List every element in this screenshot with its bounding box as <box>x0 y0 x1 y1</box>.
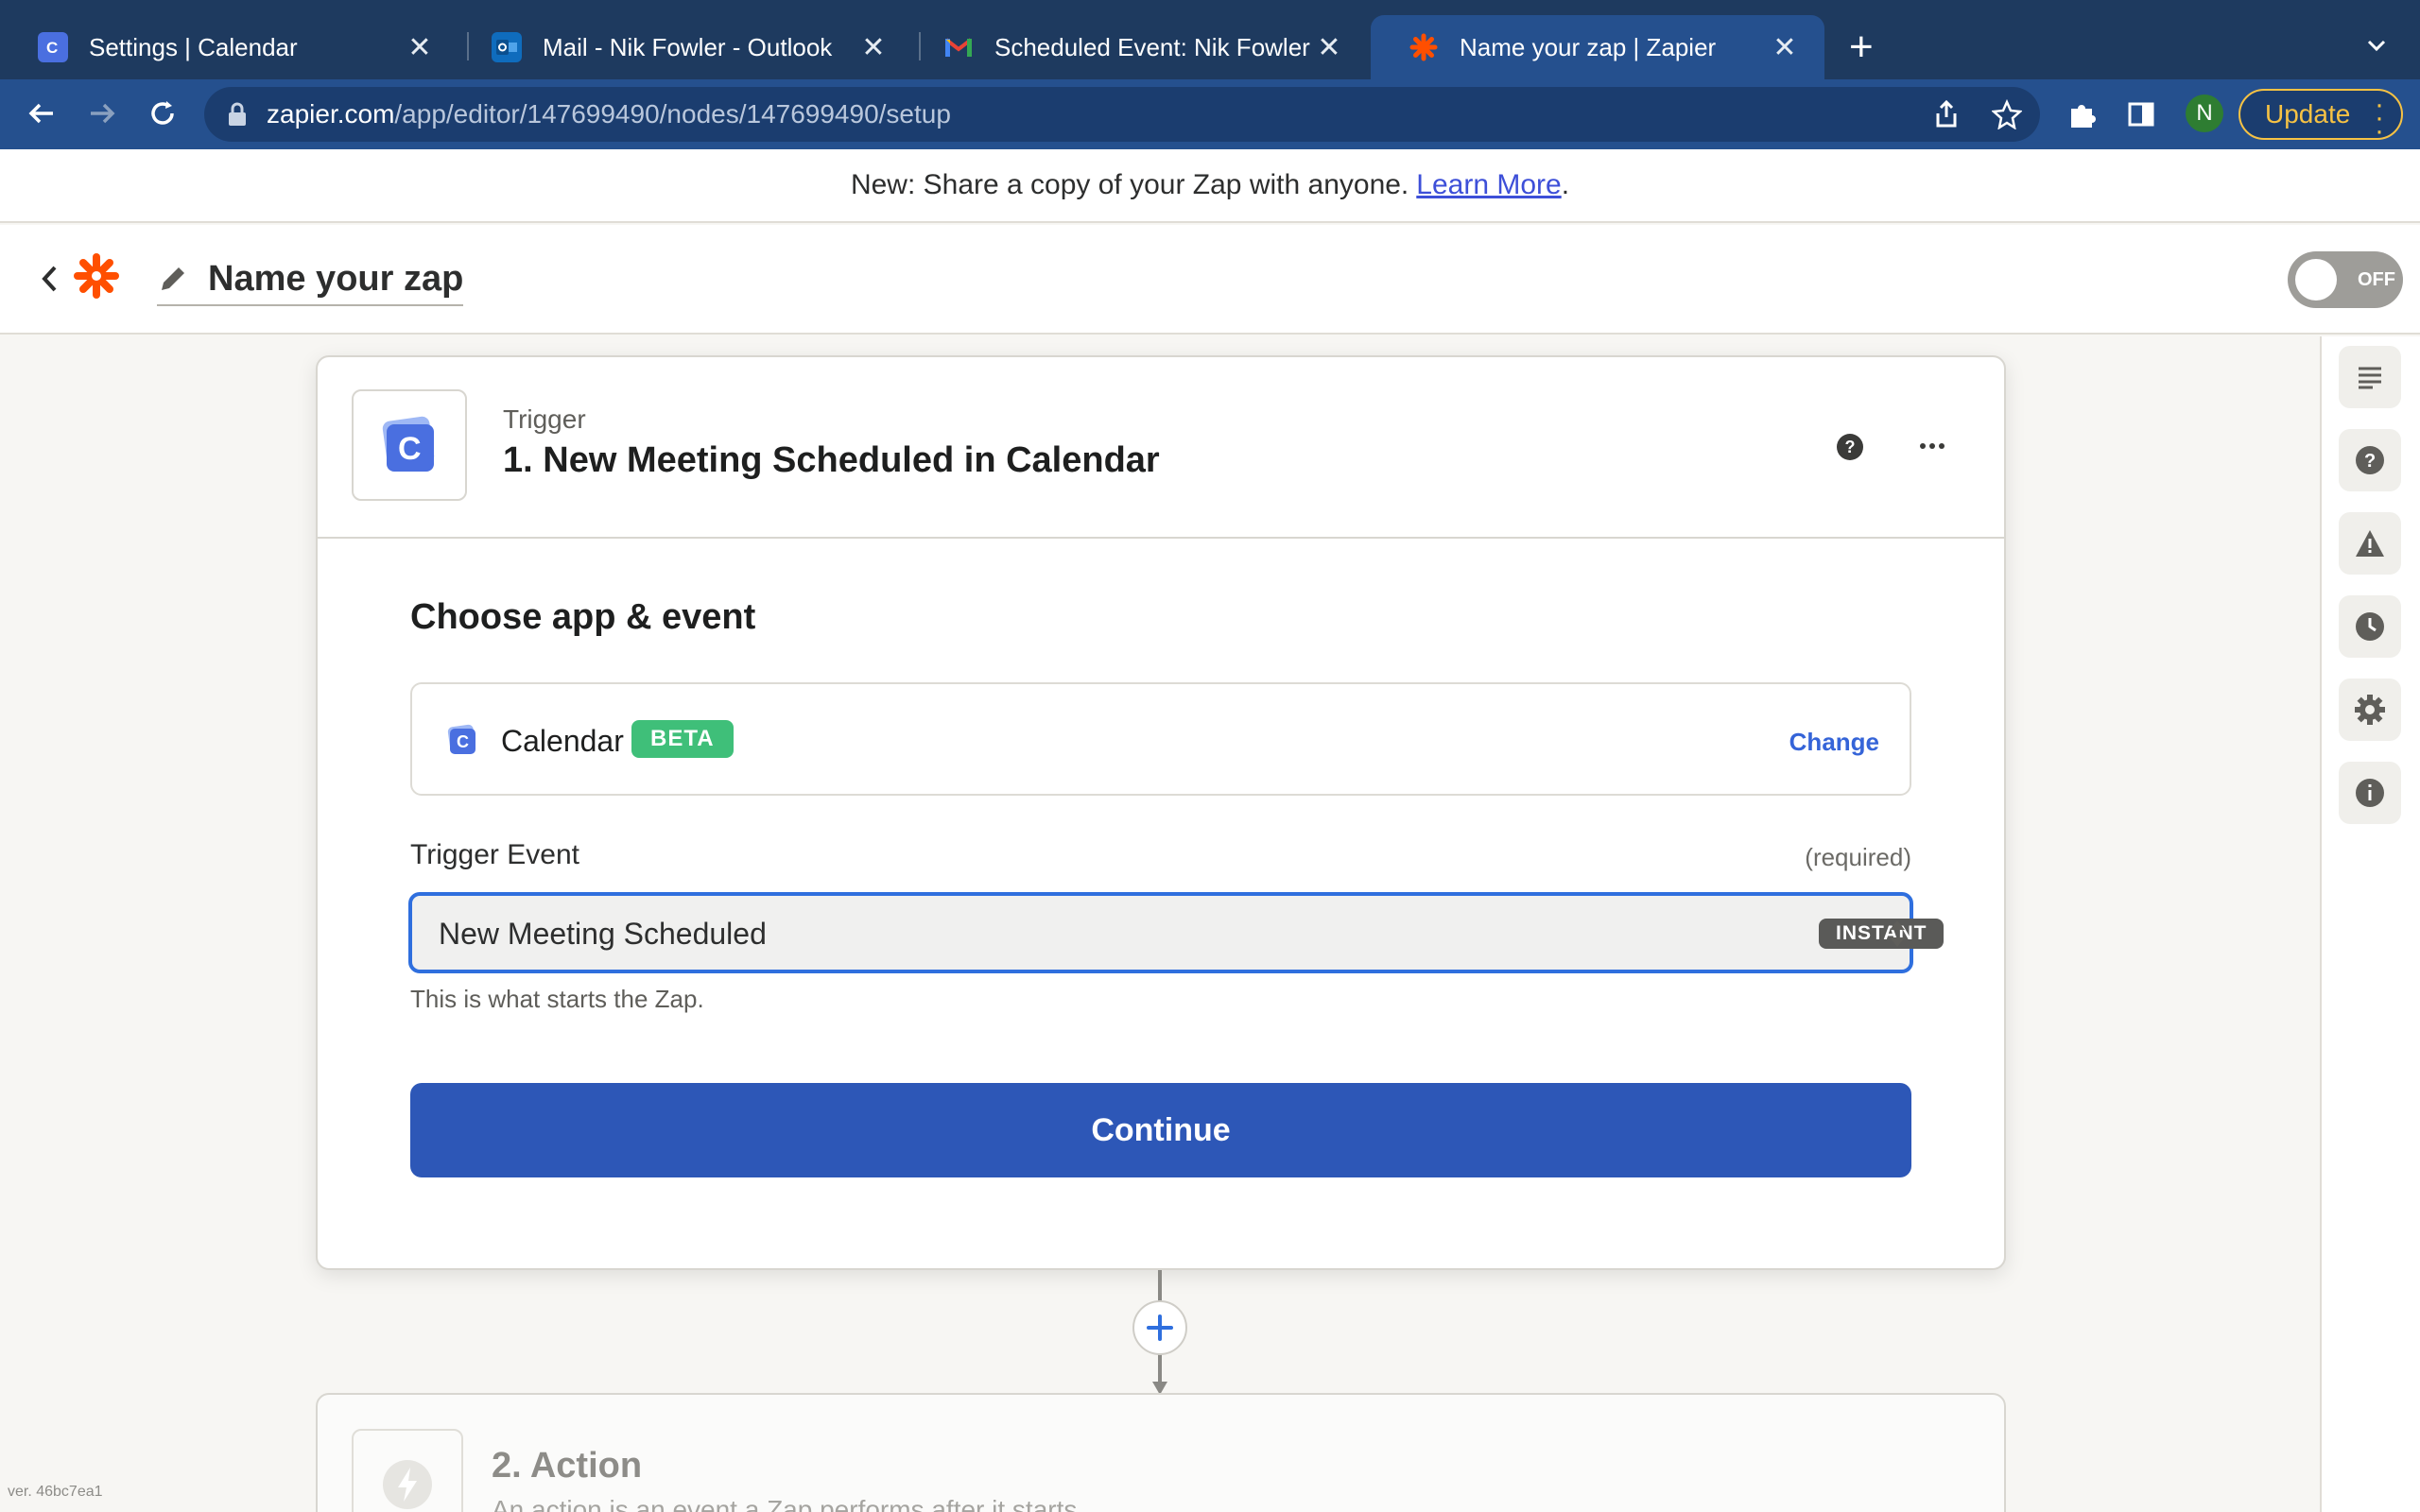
calendar-app-icon: C <box>447 724 476 754</box>
plus-icon <box>1147 1314 1173 1341</box>
profile-avatar[interactable]: N <box>2186 94 2223 132</box>
tab-settings-calendar[interactable]: C Settings | Calendar ✕ <box>0 15 459 79</box>
trigger-title: 1. New Meeting Scheduled in Calendar <box>503 440 1160 480</box>
selected-app-box: C Calendar BETA Change <box>410 682 1911 796</box>
svg-text:C: C <box>457 732 469 751</box>
tab-search-chevron-icon[interactable] <box>2363 32 2390 59</box>
trigger-event-value: New Meeting Scheduled <box>439 917 767 951</box>
svg-text:C: C <box>46 39 58 57</box>
trigger-kicker: Trigger <box>503 404 586 434</box>
help-icon[interactable]: ? <box>2339 429 2401 491</box>
continue-button[interactable]: Continue <box>410 1083 1911 1177</box>
close-icon[interactable]: ✕ <box>403 30 437 64</box>
more-options-icon[interactable] <box>1915 435 1949 457</box>
outlook-icon <box>492 32 522 62</box>
tab-gmail-event[interactable]: Scheduled Event: Nik Fowler @ ✕ <box>906 15 1369 79</box>
version-label: ver. 46bc7ea1 <box>8 1484 103 1500</box>
trigger-event-select[interactable]: New Meeting Scheduled INSTANT <box>408 892 1945 973</box>
extensions-puzzle-icon[interactable] <box>2066 98 2099 130</box>
reload-icon[interactable] <box>144 94 182 132</box>
section-title: Choose app & event <box>410 597 756 637</box>
tab-zapier-active[interactable]: Name your zap | Zapier ✕ <box>1371 15 1824 79</box>
svg-text:C: C <box>398 431 422 467</box>
lock-icon <box>229 102 246 126</box>
share-icon[interactable] <box>1930 98 1962 130</box>
action-app-tile <box>352 1429 463 1512</box>
action-subtitle: An action is an event a Zap performs aft… <box>492 1495 1078 1512</box>
trigger-event-label: Trigger Event <box>410 839 579 870</box>
svg-text:?: ? <box>2364 451 2376 472</box>
tab-title: Mail - Nik Fowler - Outlook <box>543 32 833 61</box>
close-icon[interactable]: ✕ <box>856 30 890 64</box>
zap-name: Name your zap <box>208 258 464 299</box>
zap-name-editor[interactable]: Name your zap <box>157 257 464 306</box>
info-icon[interactable] <box>2339 762 2401 824</box>
url-path: /app/editor/147699490/nodes/147699490/se… <box>394 99 951 129</box>
toggle-knob <box>2295 259 2337 301</box>
url-host: zapier.com <box>267 99 395 129</box>
forward-arrow-icon[interactable] <box>83 94 121 132</box>
announcement-bar: New: Share a copy of your Zap with anyon… <box>0 149 2420 223</box>
address-bar[interactable]: zapier.com/app/editor/147699490/nodes/14… <box>204 87 2040 142</box>
new-tab-button[interactable]: + <box>1849 26 1874 68</box>
close-icon[interactable]: ✕ <box>1312 30 1346 64</box>
select-updown-icon <box>1890 920 1905 947</box>
back-chevron-icon[interactable] <box>36 263 64 295</box>
tab-title: Name your zap | Zapier <box>1460 32 1717 61</box>
required-indicator: (required) <box>1805 843 1911 871</box>
announcement-period: . <box>1561 169 1570 200</box>
add-step-button[interactable] <box>1132 1300 1187 1355</box>
settings-gear-icon[interactable] <box>2339 679 2401 741</box>
zap-on-off-toggle[interactable]: OFF <box>2288 251 2403 308</box>
trigger-step-card: C Trigger 1. New Meeting Scheduled in Ca… <box>316 355 2006 1270</box>
warning-icon[interactable] <box>2339 512 2401 575</box>
change-app-button[interactable]: Change <box>1789 728 1879 757</box>
more-vertical-icon: · · · <box>2375 89 2384 146</box>
svg-text:?: ? <box>1845 438 1856 456</box>
calendar-app-icon: C <box>382 416 435 472</box>
zapier-icon <box>1409 32 1439 62</box>
trigger-card-header[interactable]: C Trigger 1. New Meeting Scheduled in Ca… <box>318 357 2004 539</box>
calendar-app-tile: C <box>352 389 467 501</box>
learn-more-link[interactable]: Learn More <box>1416 169 1561 201</box>
action-title: 2. Action <box>492 1446 643 1486</box>
announcement-text: New: Share a copy of your Zap with anyon… <box>850 169 1409 200</box>
update-browser-button[interactable]: Update · · · <box>2238 89 2403 146</box>
tab-title: Settings | Calendar <box>89 32 298 61</box>
close-icon[interactable]: ✕ <box>1768 30 1802 64</box>
outline-list-icon[interactable] <box>2339 346 2401 408</box>
trigger-event-helper: This is what starts the Zap. <box>410 985 704 1013</box>
tab-title: Scheduled Event: Nik Fowler @ <box>994 32 1312 61</box>
zap-editor-header: Name your zap OFF <box>0 225 2420 335</box>
pencil-icon <box>162 267 184 290</box>
lightning-bolt-icon <box>383 1460 432 1509</box>
app-name: Calendar <box>501 724 624 758</box>
beta-badge: BETA <box>631 720 734 758</box>
help-icon[interactable]: ? <box>1834 431 1866 463</box>
gmail-icon <box>943 32 974 62</box>
side-panel-icon[interactable] <box>2125 98 2157 130</box>
zapier-logo-icon[interactable] <box>74 253 119 299</box>
back-arrow-icon[interactable] <box>23 94 60 132</box>
instant-badge: INSTANT <box>1819 919 1945 949</box>
bookmark-star-icon[interactable] <box>1991 98 2023 130</box>
action-step-card[interactable]: 2. Action An action is an event a Zap pe… <box>316 1393 2006 1512</box>
calendar-app-icon: C <box>38 32 68 62</box>
update-label: Update <box>2265 99 2351 129</box>
tab-outlook-mail[interactable]: Mail - Nik Fowler - Outlook ✕ <box>454 15 913 79</box>
history-clock-icon[interactable] <box>2339 595 2401 658</box>
toggle-label: OFF <box>2358 268 2395 290</box>
